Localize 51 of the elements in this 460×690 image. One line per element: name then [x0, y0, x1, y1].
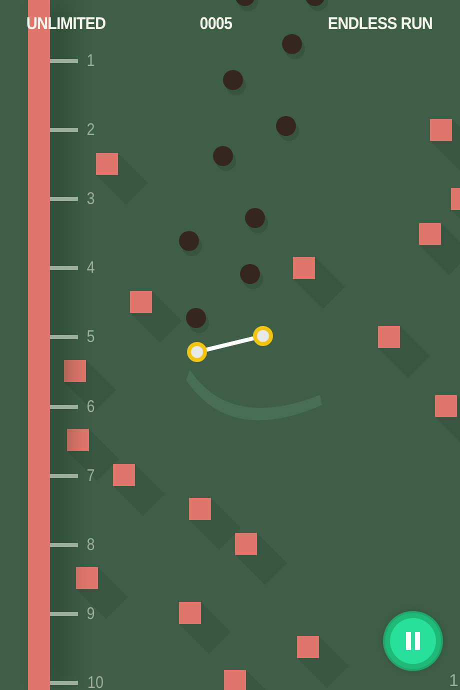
- ruler-label: 6: [86, 396, 95, 416]
- ruler-label: 2: [86, 120, 95, 140]
- block: [435, 395, 457, 417]
- dark-dot: [276, 116, 299, 141]
- run-type-label: ENDLESS RUN: [327, 14, 432, 34]
- block: [293, 257, 315, 279]
- ruler-label: 7: [86, 466, 95, 486]
- block: [224, 670, 246, 690]
- ruler-tick: [50, 197, 78, 202]
- block: [179, 602, 201, 624]
- ruler-label: 8: [86, 534, 95, 555]
- pause-button[interactable]: [385, 613, 441, 669]
- block: [297, 636, 319, 658]
- block: [130, 291, 152, 313]
- ruler-tick: [50, 612, 78, 616]
- dark-dot: [282, 34, 305, 59]
- ruler-label: 10: [87, 672, 104, 690]
- dark-dot: [213, 146, 236, 171]
- block: [419, 223, 441, 245]
- ruler-label: 9: [86, 604, 95, 624]
- ruler-tick: [50, 128, 78, 132]
- ruler-label: 5: [86, 327, 95, 348]
- block: [64, 360, 86, 382]
- dark-dot: [186, 308, 209, 333]
- ruler-tick: [50, 59, 78, 63]
- dark-dot: [223, 70, 246, 95]
- block: [67, 429, 89, 451]
- block: [235, 533, 257, 555]
- block: [451, 188, 460, 210]
- block: [378, 326, 400, 348]
- ruler-tick: [50, 404, 78, 408]
- block: [96, 153, 118, 175]
- ruler-label: 1: [86, 51, 95, 71]
- pause-icon: [405, 632, 421, 650]
- block-shadow: [419, 223, 460, 275]
- score: 0005: [200, 14, 232, 34]
- ruler-label: 1: [449, 671, 458, 690]
- block: [189, 498, 211, 520]
- ruler-tick: [50, 542, 78, 547]
- ruler-tick: [50, 266, 78, 270]
- ruler-label: 4: [86, 258, 95, 278]
- block: [113, 464, 135, 486]
- ruler-tick: [50, 335, 78, 340]
- dark-dot: [240, 264, 263, 289]
- ruler-tick: [50, 474, 78, 478]
- ruler-label: 3: [86, 189, 95, 210]
- dark-dot: [245, 208, 268, 233]
- ruler-tick: [50, 680, 78, 685]
- dark-dot: [179, 231, 202, 256]
- block: [76, 567, 98, 589]
- block: [430, 119, 452, 141]
